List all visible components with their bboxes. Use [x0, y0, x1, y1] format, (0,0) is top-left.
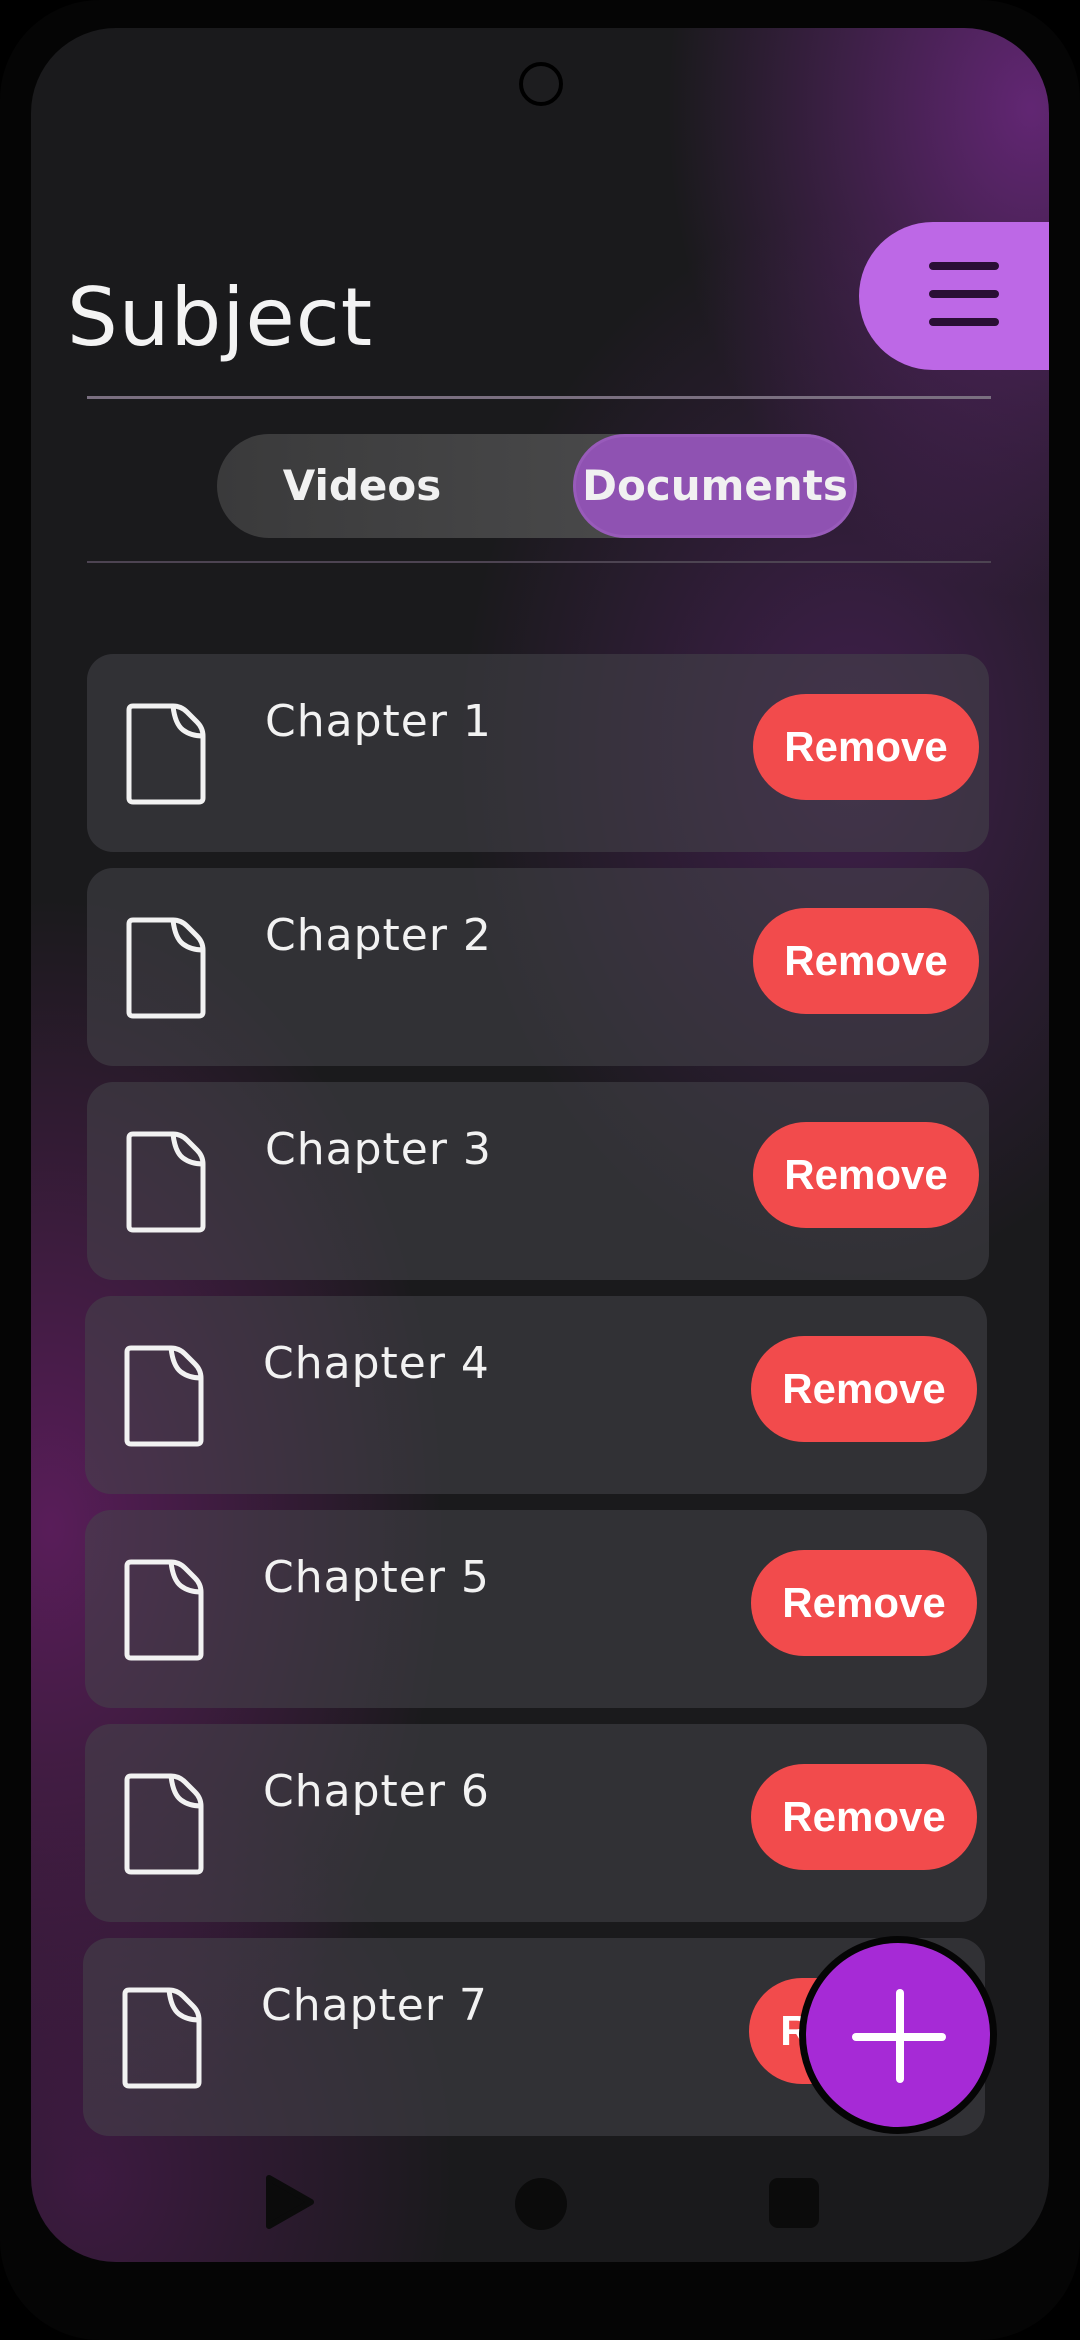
- content-type-toggle: Videos Documents: [217, 434, 857, 538]
- remove-button[interactable]: Remove: [753, 694, 979, 800]
- document-row[interactable]: Chapter 2 Remove: [87, 868, 989, 1066]
- add-document-button[interactable]: [799, 1936, 997, 2134]
- document-row[interactable]: Chapter 5 Remove: [85, 1510, 987, 1708]
- document-title: Chapter 3: [265, 1124, 492, 1175]
- front-camera: [519, 62, 563, 106]
- document-title: Chapter 4: [263, 1338, 490, 1389]
- home-circle-icon[interactable]: [515, 2178, 567, 2230]
- document-icon: [122, 1987, 202, 2089]
- document-row[interactable]: Chapter 1 Remove: [87, 654, 989, 852]
- header-divider: [87, 396, 991, 399]
- document-title: Chapter 6: [263, 1766, 490, 1817]
- back-triangle-icon[interactable]: [265, 2174, 315, 2230]
- remove-button[interactable]: Remove: [751, 1336, 977, 1442]
- recents-square-icon[interactable]: [769, 2178, 819, 2228]
- document-icon: [126, 703, 206, 805]
- document-icon: [124, 1773, 204, 1875]
- document-icon: [126, 1131, 206, 1233]
- tab-videos[interactable]: Videos: [217, 434, 507, 538]
- remove-button[interactable]: Remove: [751, 1550, 977, 1656]
- remove-button[interactable]: Remove: [753, 908, 979, 1014]
- tab-documents[interactable]: Documents: [573, 434, 857, 538]
- tabs-divider: [87, 561, 991, 563]
- remove-button[interactable]: Remove: [753, 1122, 979, 1228]
- app-screen: Subject Videos Documents Chapter 1 Remove…: [31, 28, 1049, 2262]
- page-title: Subject: [67, 271, 374, 364]
- document-title: Chapter 5: [263, 1552, 490, 1603]
- remove-button[interactable]: Remove: [751, 1764, 977, 1870]
- phone-frame: Subject Videos Documents Chapter 1 Remove…: [0, 0, 1080, 2340]
- document-row[interactable]: Chapter 4 Remove: [85, 1296, 987, 1494]
- document-icon: [124, 1559, 204, 1661]
- document-title: Chapter 2: [265, 910, 492, 961]
- document-title: Chapter 7: [261, 1980, 488, 2031]
- menu-button[interactable]: [859, 222, 1049, 370]
- document-icon: [124, 1345, 204, 1447]
- document-row[interactable]: Chapter 3 Remove: [87, 1082, 989, 1280]
- document-icon: [126, 917, 206, 1019]
- document-title: Chapter 1: [265, 696, 492, 747]
- document-row[interactable]: Chapter 6 Remove: [85, 1724, 987, 1922]
